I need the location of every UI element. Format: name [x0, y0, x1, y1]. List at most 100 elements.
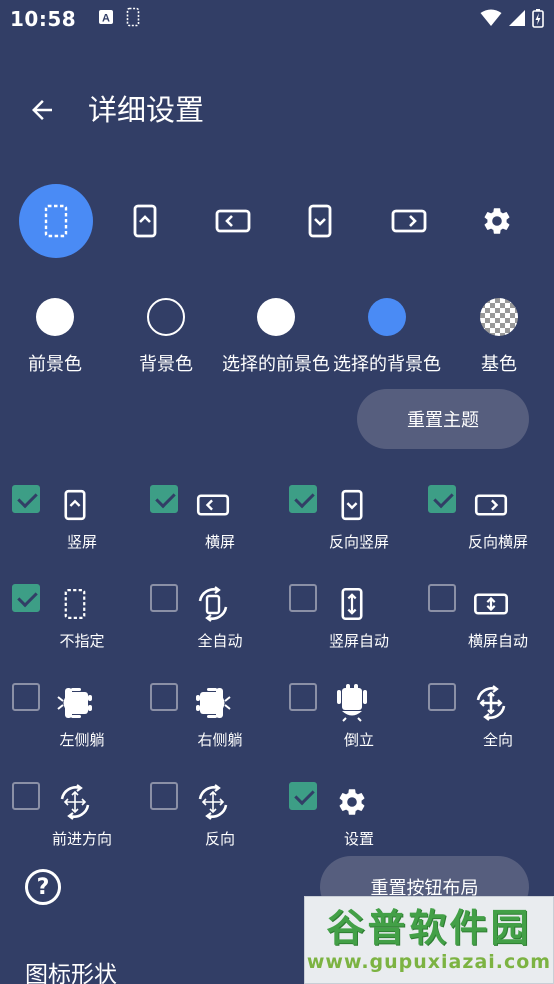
- dotted-phone-icon: [44, 204, 68, 238]
- option-label: 竖屏: [66, 533, 97, 551]
- option-label: 反向横屏: [467, 533, 528, 551]
- gear-icon: [484, 208, 510, 234]
- option-label: 全自动: [197, 632, 243, 650]
- color-item-selected-background[interactable]: 选择的背景色: [333, 298, 441, 376]
- app-bar: 详细设置: [0, 80, 554, 140]
- watermark-url: www.gupuxiazai.com: [306, 951, 552, 973]
- forward-direction-icon: [55, 782, 95, 822]
- keyboard-notification-icon: A: [98, 9, 114, 29]
- reverse-portrait-icon: [308, 204, 332, 238]
- landscape-icon: [193, 485, 233, 525]
- option-reverse-landscape: 反向横屏: [416, 485, 554, 583]
- status-time: 10:58: [10, 7, 77, 31]
- page-title: 详细设置: [88, 93, 205, 127]
- checkbox[interactable]: [289, 485, 317, 513]
- landscape-icon: [215, 209, 251, 233]
- color-swatch: [36, 298, 74, 336]
- option-label: 设置: [343, 830, 374, 848]
- watermark-logo: 谷普软件园 www.gupuxiazai.com: [304, 896, 554, 984]
- option-reverse-direction: 反向: [138, 782, 276, 880]
- back-button[interactable]: [24, 92, 60, 128]
- mode-unspecified-button[interactable]: [19, 184, 93, 258]
- option-portrait: 竖屏: [0, 485, 138, 583]
- option-label: 横屏: [204, 533, 235, 551]
- checkbox[interactable]: [12, 485, 40, 513]
- option-reverse-portrait: 反向竖屏: [277, 485, 415, 583]
- checkbox[interactable]: [150, 782, 178, 810]
- mode-selector: [0, 184, 554, 260]
- color-swatch: [147, 298, 185, 336]
- checkbox[interactable]: [150, 584, 178, 612]
- portrait-icon: [133, 204, 157, 238]
- option-landscape-auto: 横屏自动: [416, 584, 554, 682]
- mode-landscape-button[interactable]: [196, 184, 270, 258]
- color-item-foreground[interactable]: 前景色: [28, 298, 82, 376]
- checkbox[interactable]: [150, 683, 178, 711]
- color-item-selected-foreground[interactable]: 选择的前景色: [222, 298, 330, 376]
- reverse-direction-icon: [193, 782, 233, 822]
- dotted-phone-icon: [55, 584, 95, 624]
- option-upside-down: 倒立: [277, 683, 415, 781]
- signal-icon: [508, 9, 526, 31]
- color-settings: 前景色 背景色 选择的前景色 选择的背景色 基色: [0, 298, 554, 378]
- arrow-left-icon: [32, 100, 52, 120]
- option-all-directions: 全向: [416, 683, 554, 781]
- checkbox[interactable]: [428, 485, 456, 513]
- option-label: 竖屏自动: [328, 632, 389, 650]
- checkbox[interactable]: [12, 584, 40, 612]
- checkbox[interactable]: [428, 584, 456, 612]
- option-label: 全向: [482, 731, 513, 749]
- reverse-landscape-icon: [471, 485, 511, 525]
- wifi-icon: [480, 9, 502, 31]
- mode-settings-button[interactable]: [460, 184, 534, 258]
- android-upside-icon: [332, 683, 372, 723]
- option-label: 反向: [204, 830, 235, 848]
- mode-reverse-landscape-button[interactable]: [372, 184, 446, 258]
- checkbox[interactable]: [289, 584, 317, 612]
- option-full-auto: 全自动: [138, 584, 276, 682]
- option-landscape: 横屏: [138, 485, 276, 583]
- color-label: 背景色: [139, 354, 193, 375]
- watermark-title: 谷普软件园: [326, 906, 532, 950]
- option-forward-direction: 前进方向: [0, 782, 138, 880]
- option-lie-right: 右侧躺: [138, 683, 276, 781]
- option-unspecified: 不指定: [0, 584, 138, 682]
- mode-reverse-portrait-button[interactable]: [283, 184, 357, 258]
- checkbox[interactable]: [289, 683, 317, 711]
- all-directions-icon: [471, 683, 511, 723]
- color-item-base[interactable]: 基色: [480, 298, 518, 376]
- option-portrait-auto: 竖屏自动: [277, 584, 415, 682]
- portrait-auto-icon: [332, 584, 372, 624]
- mode-portrait-button[interactable]: [108, 184, 182, 258]
- help-button[interactable]: ?: [25, 869, 61, 905]
- checkbox[interactable]: [150, 485, 178, 513]
- option-label: 前进方向: [51, 830, 112, 848]
- portrait-icon: [55, 485, 95, 525]
- question-mark-icon: ?: [36, 874, 50, 900]
- color-label: 前景色: [28, 354, 82, 375]
- auto-rotate-icon: [193, 584, 233, 624]
- color-label: 选择的背景色: [333, 354, 441, 375]
- android-right-icon: [193, 683, 233, 723]
- battery-charging-icon: [532, 8, 544, 32]
- checkbox[interactable]: [12, 782, 40, 810]
- checkbox[interactable]: [289, 782, 317, 810]
- svg-text:A: A: [102, 13, 110, 25]
- color-swatch: [368, 298, 406, 336]
- reset-theme-button[interactable]: 重置主题: [357, 389, 529, 449]
- option-label: 不指定: [59, 632, 105, 650]
- checkbox[interactable]: [428, 683, 456, 711]
- option-lie-left: 左侧躺: [0, 683, 138, 781]
- option-label: 右侧躺: [197, 731, 243, 749]
- option-label: 横屏自动: [467, 632, 528, 650]
- color-item-background[interactable]: 背景色: [139, 298, 193, 376]
- checkbox[interactable]: [12, 683, 40, 711]
- option-label: 倒立: [343, 731, 374, 749]
- color-swatch: [257, 298, 295, 336]
- section-title-icon-shape: 图标形状: [25, 962, 117, 984]
- option-label: 反向竖屏: [328, 533, 389, 551]
- option-label: 左侧躺: [59, 731, 105, 749]
- gear-icon: [332, 782, 372, 822]
- rotation-notification-icon: [126, 7, 140, 31]
- reverse-landscape-icon: [391, 209, 427, 233]
